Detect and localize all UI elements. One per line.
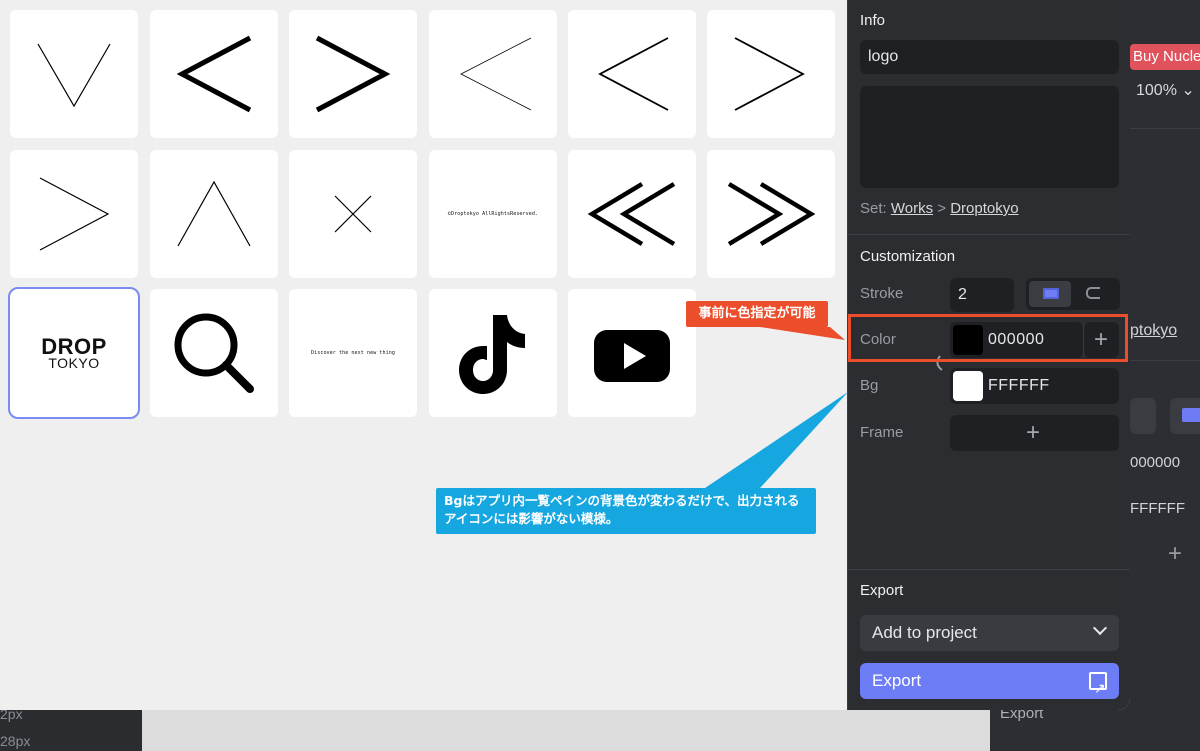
chevron-down-thin-icon (37, 43, 111, 108)
logo-line-drop: DROP (41, 333, 107, 359)
tagline-text: Discover the next new thing (311, 350, 395, 356)
stroke-cap-toggle[interactable] (1026, 278, 1120, 310)
background-canvas (142, 710, 990, 751)
background-sidebar (1130, 0, 1200, 751)
bg-swatch[interactable] (953, 371, 983, 401)
background-buy-button[interactable]: Buy Nucle (1130, 44, 1200, 70)
add-to-project-select[interactable]: Add to project (860, 615, 1119, 651)
background-stroke-field[interactable] (1130, 398, 1156, 434)
set-separator: > (937, 200, 947, 217)
icon-tile-close-x[interactable] (289, 150, 417, 278)
background-color-value: 000000 (1130, 454, 1181, 471)
info-heading: Info (860, 12, 886, 29)
chevron-down-icon (1092, 620, 1108, 636)
stroke-input[interactable]: 2 (950, 278, 1014, 312)
chevron-up-thin-icon (177, 180, 251, 247)
add-to-project-label: Add to project (872, 623, 977, 642)
zoom-value: 100% (1136, 82, 1177, 99)
stroke-label: Stroke (860, 285, 904, 302)
chevron-right-bold-icon (315, 35, 391, 113)
section-divider (848, 569, 1130, 570)
blue-annotation-note: Bgはアプリ内一覧ペインの背景色が変わるだけで、出力されるアイコンには影響がない… (436, 488, 816, 534)
icon-tile-chevron-left-medium[interactable] (568, 10, 696, 138)
chevron-right-thin-icon (39, 177, 110, 251)
icon-tile-youtube[interactable] (568, 289, 696, 417)
drop-tokyo-logo: DROP TOKYO (41, 333, 107, 371)
logo-line-tokyo: TOKYO (48, 354, 100, 371)
customization-heading: Customization (860, 248, 956, 265)
icon-tile-chevron-down-thin[interactable] (10, 10, 138, 138)
bg-label: Bg (860, 377, 879, 394)
background-divider (1130, 360, 1200, 361)
background-divider (1130, 128, 1200, 129)
chevron-right-medium-icon (734, 37, 805, 111)
icon-tile-tagline-text[interactable]: Discover the next new thing (289, 289, 417, 417)
search-icon (174, 313, 254, 393)
background-set-link[interactable]: ptokyo (1130, 322, 1177, 340)
square-cap-option[interactable] (1029, 281, 1071, 307)
icon-tile-drop-tokyo-logo[interactable]: DROP TOKYO (8, 287, 140, 419)
background-zoom[interactable]: 100% ⌄ (1136, 80, 1195, 100)
background-bg-value: FFFFFF (1130, 500, 1185, 517)
background-frame-add-icon[interactable]: + (1168, 540, 1182, 568)
frame-add-button[interactable]: + (950, 415, 1119, 451)
icon-tile-double-chevron-right[interactable] (707, 150, 835, 278)
plus-icon: + (1026, 419, 1041, 446)
set-breadcrumb: Set: Works > Droptokyo (860, 200, 1019, 217)
icon-tile-copyright-text[interactable]: ©Droptokyo AllRightsReserved. (429, 150, 557, 278)
section-divider (848, 234, 1130, 235)
export-button-label: Export (872, 671, 922, 690)
chevron-left-bold-icon (176, 35, 252, 113)
icon-tile-chevron-right-bold[interactable] (289, 10, 417, 138)
icon-tile-chevron-up-thin[interactable] (150, 150, 278, 278)
icon-tile-chevron-right-thin[interactable] (10, 150, 138, 278)
tiktok-icon (459, 315, 525, 394)
double-chevron-right-icon (727, 182, 816, 246)
frame-label: Frame (860, 424, 904, 441)
bg-field[interactable]: FFFFFF (950, 368, 1119, 404)
close-x-icon (334, 195, 372, 233)
icon-tile-double-chevron-left[interactable] (568, 150, 696, 278)
bg-value: FFFFFF (988, 377, 1050, 394)
chevron-left-thin-icon (460, 37, 532, 111)
icon-tile-chevron-left-bold[interactable] (150, 10, 278, 138)
export-heading: Export (860, 582, 904, 599)
set-link-works[interactable]: Works (891, 200, 933, 217)
copyright-text: ©Droptokyo AllRightsReserved. (447, 211, 539, 217)
icon-tile-chevron-left-thin[interactable] (429, 10, 557, 138)
external-link-icon (1089, 670, 1107, 706)
background-stroke-toggle[interactable] (1170, 398, 1200, 434)
export-button[interactable]: Export (860, 663, 1119, 706)
description-textarea[interactable] (860, 86, 1119, 188)
youtube-icon (594, 330, 670, 382)
round-cap-option[interactable] (1086, 287, 1100, 299)
chevron-left-medium-icon (598, 37, 669, 111)
background-size-label: 28px (0, 733, 31, 749)
red-annotation-note: 事前に色指定が可能 (686, 301, 828, 327)
icon-tile-tiktok[interactable] (429, 289, 557, 417)
name-input[interactable]: logo (860, 40, 1119, 74)
double-chevron-left-icon (587, 182, 676, 246)
color-highlight-box (848, 314, 1128, 362)
set-prefix: Set: (860, 200, 887, 217)
icon-tile-search[interactable] (150, 289, 278, 417)
icon-tile-chevron-right-medium[interactable] (707, 10, 835, 138)
set-link-droptokyo[interactable]: Droptokyo (950, 200, 1018, 217)
